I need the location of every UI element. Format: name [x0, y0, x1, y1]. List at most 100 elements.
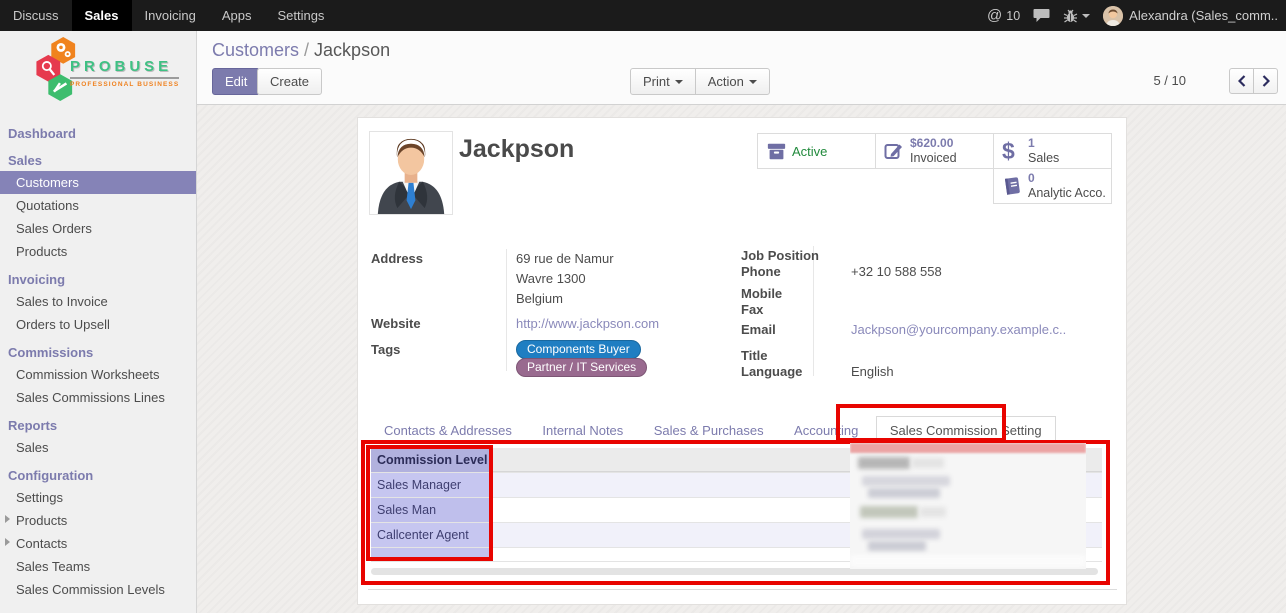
sidebar-header-configuration[interactable]: Configuration: [0, 459, 196, 486]
active-stat-button[interactable]: Active: [757, 133, 876, 169]
empty-cell: [371, 548, 493, 561]
brand-name: PROBUSE: [70, 58, 179, 75]
email-label: Email: [741, 322, 776, 337]
table-row[interactable]: Callcenter Agent: [371, 523, 1102, 548]
censored-cell: [493, 498, 1102, 522]
sidebar-header-reports[interactable]: Reports: [0, 409, 196, 436]
debug-mode-icon[interactable]: [1063, 8, 1090, 23]
systray: @ 10: [987, 0, 1286, 31]
sidebar-header-commissions[interactable]: Commissions: [0, 336, 196, 363]
sidebar-item-sales-commissions-lines[interactable]: Sales Commissions Lines: [0, 386, 196, 409]
table-empty-row[interactable]: [371, 548, 1102, 562]
commission-level-cell[interactable]: Callcenter Agent: [371, 523, 493, 547]
sidebar: PROBUSE PROFESSIONAL BUSINESS Dashboard …: [0, 31, 197, 613]
sidebar-item-customers[interactable]: Customers: [0, 171, 196, 194]
invoiced-amount: $620.00: [910, 137, 957, 151]
active-stat-label: Active: [792, 144, 827, 159]
commission-level-cell[interactable]: Sales Man: [371, 498, 493, 522]
menu-invoicing[interactable]: Invoicing: [132, 0, 209, 31]
expand-caret-icon[interactable]: [5, 538, 10, 546]
sidebar-header-sales[interactable]: Sales: [0, 144, 196, 171]
website-link[interactable]: http://www.jackpson.com: [516, 316, 659, 331]
sidebar-item-config-contacts[interactable]: Contacts: [0, 532, 196, 555]
print-label: Print: [643, 74, 670, 89]
sidebar-item-sales-teams[interactable]: Sales Teams: [0, 555, 196, 578]
expand-caret-icon[interactable]: [5, 515, 10, 523]
pager-value: 5 / 10: [1153, 68, 1186, 94]
edit-invoice-icon: [884, 141, 910, 161]
customer-name-title: Jackpson: [459, 135, 574, 164]
mention-counter[interactable]: @ 10: [987, 7, 1020, 24]
menu-settings[interactable]: Settings: [264, 0, 337, 31]
commission-level-column-header[interactable]: Commission Level: [371, 448, 493, 472]
address-line-2[interactable]: Wavre 1300: [516, 271, 586, 286]
tab-internal-notes[interactable]: Internal Notes: [529, 417, 636, 445]
analytic-count: 0: [1028, 172, 1107, 186]
email-link[interactable]: Jackpson@yourcompany.example.c..: [851, 322, 1066, 337]
sidebar-item-orders-to-upsell[interactable]: Orders to Upsell: [0, 313, 196, 336]
create-button[interactable]: Create: [257, 68, 322, 95]
tab-sales-purchases[interactable]: Sales & Purchases: [641, 417, 777, 445]
menu-discuss[interactable]: Discuss: [0, 0, 72, 31]
tab-sales-commission-setting[interactable]: Sales Commission Setting: [876, 416, 1056, 446]
sheet-divider: [368, 589, 1117, 590]
notebook-tabs: Contacts & Addresses Internal Notes Sale…: [371, 415, 1102, 442]
invoiced-stat-button[interactable]: $620.00 Invoiced: [875, 133, 994, 169]
edit-button[interactable]: Edit: [212, 68, 260, 95]
print-dropdown-button[interactable]: Print: [630, 68, 696, 95]
dollar-icon: $: [1002, 138, 1028, 165]
sidebar-item-quotations[interactable]: Quotations: [0, 194, 196, 217]
pager-next-button[interactable]: [1253, 68, 1278, 94]
field-separator: [506, 249, 507, 371]
user-name: Alexandra (Sales_comm..: [1129, 8, 1278, 23]
horizontal-scrollbar[interactable]: [371, 568, 1098, 575]
sales-count: 1: [1028, 137, 1059, 151]
phone-value[interactable]: +32 10 588 558: [851, 264, 942, 279]
table-row[interactable]: Sales Manager: [371, 473, 1102, 498]
breadcrumb: Customers/Jackpson: [212, 40, 390, 61]
tab-contacts-addresses[interactable]: Contacts & Addresses: [371, 417, 525, 445]
sidebar-item-products[interactable]: Products: [0, 240, 196, 263]
tag-components-buyer[interactable]: Components Buyer: [516, 340, 641, 359]
address-line-3[interactable]: Belgium: [516, 291, 563, 306]
tag-pill: Partner / IT Services: [516, 358, 647, 377]
breadcrumb-customers-link[interactable]: Customers: [212, 40, 299, 60]
sales-stat-button[interactable]: $ 1 Sales: [993, 133, 1112, 169]
sidebar-header-dashboard[interactable]: Dashboard: [0, 117, 196, 144]
action-dropdown-button[interactable]: Action: [695, 68, 770, 95]
sidebar-item-reports-sales[interactable]: Sales: [0, 436, 196, 459]
user-avatar: [1103, 6, 1123, 26]
tag-partner-it-services[interactable]: Partner / IT Services: [516, 358, 647, 377]
sidebar-item-config-products[interactable]: Products: [0, 509, 196, 532]
commission-table: Commission Level Sales Manager Sales Man: [371, 448, 1102, 568]
analytic-label: Analytic Acco...: [1028, 186, 1107, 200]
censored-cell: [493, 473, 1102, 497]
sidebar-item-label: Products: [16, 513, 67, 528]
pager-previous-button[interactable]: [1229, 68, 1254, 94]
sidebar-item-sales-orders[interactable]: Sales Orders: [0, 217, 196, 240]
commission-level-cell[interactable]: Sales Manager: [371, 473, 493, 497]
sidebar-item-sales-to-invoice[interactable]: Sales to Invoice: [0, 290, 196, 313]
analytic-accounts-stat-button[interactable]: 0 Analytic Acco...: [993, 168, 1112, 204]
book-icon: [1002, 176, 1028, 196]
sidebar-item-settings[interactable]: Settings: [0, 486, 196, 509]
table-row[interactable]: Sales Man: [371, 498, 1102, 523]
language-value[interactable]: English: [851, 364, 894, 379]
tab-accounting[interactable]: Accounting: [781, 417, 871, 445]
caret-down-icon: [675, 80, 683, 84]
address-label: Address: [371, 251, 423, 266]
sales-label: Sales: [1028, 151, 1059, 165]
sidebar-header-invoicing[interactable]: Invoicing: [0, 263, 196, 290]
user-menu[interactable]: Alexandra (Sales_comm..: [1103, 6, 1278, 26]
top-navbar: Discuss Sales Invoicing Apps Settings @ …: [0, 0, 1286, 31]
customer-photo[interactable]: [369, 131, 453, 215]
menu-apps[interactable]: Apps: [209, 0, 265, 31]
messages-icon[interactable]: [1033, 8, 1050, 23]
address-line-1[interactable]: 69 rue de Namur: [516, 251, 614, 266]
form-view-background: Jackpson Active: [197, 105, 1286, 613]
invoiced-label: Invoiced: [910, 151, 957, 165]
menu-sales[interactable]: Sales: [72, 0, 132, 31]
censored-column-header: [493, 448, 1102, 472]
sidebar-item-commission-worksheets[interactable]: Commission Worksheets: [0, 363, 196, 386]
sidebar-item-sales-commission-levels[interactable]: Sales Commission Levels: [0, 578, 196, 601]
